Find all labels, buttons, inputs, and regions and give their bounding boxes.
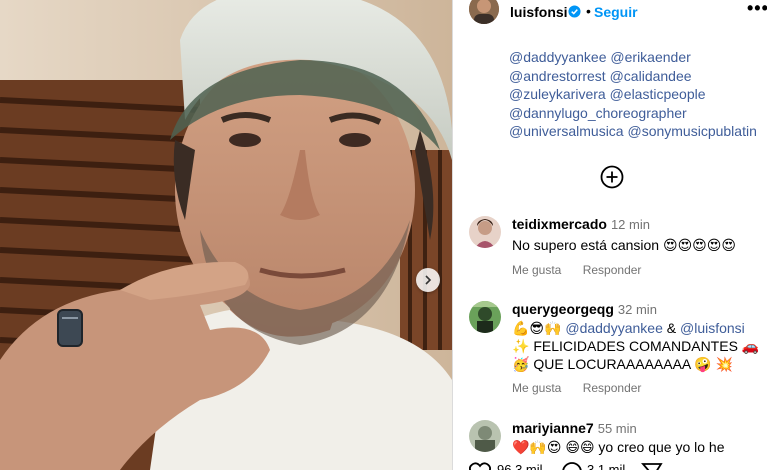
mention-link[interactable]: @zuleykarivera [509, 86, 606, 102]
comment-item: querygeorgeqg 32 min 💪😎🙌 @daddyyankee & @… [469, 301, 764, 401]
commenter-avatar-image [469, 420, 501, 452]
comment-text-line: ✨ FELICIDADES COMANDANTES 🚗 [512, 338, 760, 354]
mention-link[interactable]: @daddyyankee [565, 320, 663, 336]
comment-text: No supero está cansion 😍😍😍😍😍 [512, 237, 736, 253]
post-photo[interactable] [0, 0, 452, 470]
commenter-avatar-image [469, 216, 501, 248]
post-side-panel: luisfonsi • Seguir ••• @daddyyankee @eri… [452, 0, 767, 470]
post-actions-bar: 96.3 mil 3.1 mil [453, 460, 767, 470]
comment-item: teidixmercado 12 min No supero está cansi… [469, 216, 764, 286]
comment-count: 3.1 mil [587, 462, 626, 470]
chevron-right-icon [425, 275, 432, 285]
mention-line: @daddyyankee @erikaender [509, 48, 764, 67]
mention-link[interactable]: @calidandee [610, 68, 692, 84]
comment-text-line: 🥳 QUE LOCURAAAAAAAA 🤪 💥 [512, 356, 734, 372]
mention-link[interactable]: @andrestorrest [509, 68, 606, 84]
mention-link[interactable]: @elasticpeople [610, 86, 706, 102]
comment-username[interactable]: teidixmercado [512, 216, 607, 232]
commenter-avatar[interactable] [469, 420, 501, 452]
comment-header: querygeorgeqg 32 min [512, 301, 657, 317]
author-avatar-image [469, 0, 499, 24]
comment-like-button[interactable]: Me gusta [512, 263, 561, 277]
comment-text-line: 💪😎🙌 @daddyyankee & @luisfonsi [512, 319, 745, 337]
load-more-comments-icon[interactable] [600, 165, 624, 189]
comment-header: mariyianne7 55 min [512, 420, 637, 436]
like-heart-icon[interactable] [469, 462, 491, 470]
commenter-avatar[interactable] [469, 301, 501, 333]
like-count: 96.3 mil [497, 462, 543, 470]
follow-button[interactable]: Seguir [594, 4, 638, 20]
commenter-avatar[interactable] [469, 216, 501, 248]
mention-line: @dannylugo_choreographer [509, 104, 764, 123]
comment-reply-button[interactable]: Responder [583, 263, 642, 277]
comment-emoji: 💪😎🙌 [512, 320, 562, 336]
mention-link[interactable]: @daddyyankee [509, 49, 607, 65]
comment-item: mariyianne7 55 min ❤️🙌😍 😄😄 yo creo que yo… [469, 420, 764, 460]
mention-link[interactable]: @dannylugo_choreographer [509, 105, 687, 121]
comment-reply-button[interactable]: Responder [583, 381, 642, 395]
comment-like-button[interactable]: Me gusta [512, 381, 561, 395]
comment-username[interactable]: querygeorgeqg [512, 301, 614, 317]
comment-time: 55 min [597, 421, 637, 436]
author-avatar[interactable] [469, 0, 499, 24]
comment-text: & [666, 320, 677, 336]
comment-username[interactable]: mariyianne7 [512, 420, 594, 436]
comment-bubble-icon[interactable] [561, 462, 583, 470]
mention-link[interactable]: @universalmusica [509, 123, 624, 139]
carousel-next-button[interactable] [416, 268, 440, 292]
instagram-post-view: luisfonsi • Seguir ••• @daddyyankee @eri… [0, 0, 767, 470]
comment-time: 12 min [610, 217, 650, 232]
comment-actions: Me gusta Responder [512, 381, 641, 395]
more-options-icon[interactable]: ••• [747, 0, 767, 19]
mention-link[interactable]: @luisfonsi [680, 320, 745, 336]
mention-line: @universalmusica @sonymusicpublatin [509, 122, 764, 141]
comment-header: teidixmercado 12 min [512, 216, 650, 232]
comment-text: ❤️🙌😍 😄😄 yo creo que yo lo he [512, 439, 725, 455]
verified-badge-icon [568, 5, 581, 18]
mention-line: @andrestorrest @calidandee [509, 67, 764, 86]
header-separator: • [586, 3, 591, 19]
commenter-avatar-image [469, 301, 501, 333]
comment-actions: Me gusta Responder [512, 263, 641, 277]
comment-time: 32 min [617, 302, 657, 317]
author-username[interactable]: luisfonsi [510, 4, 568, 20]
mention-line: @zuleykarivera @elasticpeople [509, 85, 764, 104]
mention-link[interactable]: @sonymusicpublatin [627, 123, 756, 139]
mention-link[interactable]: @erikaender [610, 49, 690, 65]
post-header: luisfonsi • Seguir ••• [453, 0, 767, 28]
caption-mentions: @daddyyankee @erikaender @andrestorrest … [509, 48, 764, 141]
share-icon[interactable] [641, 462, 663, 470]
post-image [0, 0, 452, 470]
